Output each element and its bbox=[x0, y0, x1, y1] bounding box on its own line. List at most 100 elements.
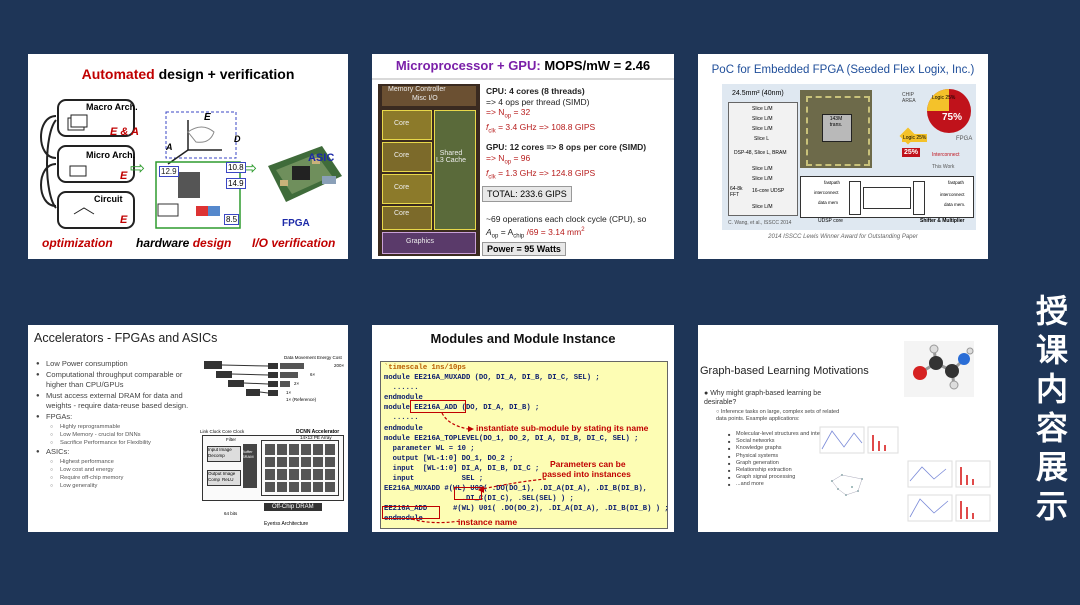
accelerator-bullet-list: ● Low Power consumption ● Computational thr… bbox=[36, 359, 200, 490]
processor-die-photo bbox=[378, 84, 480, 256]
application-text: ...and more bbox=[736, 481, 764, 488]
slide1-title-rest: design + verification bbox=[154, 66, 295, 82]
bullet-text: Low Memory - crucial for DNNs bbox=[60, 432, 141, 438]
square-bullet-icon: ■ bbox=[728, 482, 731, 488]
bullet-item: ○ Low Memory - crucial for DNNs bbox=[36, 431, 200, 439]
slice-row: Slice L/M bbox=[752, 116, 773, 122]
slide1-title: Automated design + verification bbox=[28, 66, 348, 82]
energy-value: 6× bbox=[310, 372, 316, 377]
slice-row: Slice L bbox=[754, 136, 770, 142]
gpu-fclk-sub: clk bbox=[488, 174, 496, 181]
cpu-fclk: fclk = 3.4 GHz => 108.8 GIPS bbox=[486, 122, 595, 137]
power-box: Power = 95 Watts bbox=[482, 242, 566, 256]
ops-per-cycle: ~69 operations each clock cycle (CPU), s… bbox=[486, 214, 646, 243]
application-text: Knowledge graphs bbox=[736, 445, 782, 452]
chip-area-label: 24.5mm² (40nm) bbox=[732, 90, 784, 97]
comp-label: Comp bbox=[208, 477, 221, 482]
bullet-item: ● Must access external DRAM for data and … bbox=[36, 391, 200, 411]
die-label-core: Core bbox=[394, 152, 410, 159]
side-title-char: 课 bbox=[1035, 331, 1068, 369]
square-bullet-icon: ■ bbox=[728, 468, 731, 474]
ops-line-2: Aop = Achip /69 = 3.14 mm2 bbox=[486, 225, 646, 243]
energy-value: 200× bbox=[334, 363, 345, 368]
hw-value-8-5: 8.5 bbox=[224, 214, 240, 225]
bullet-item: ● Computational throughput comparable or … bbox=[36, 370, 200, 390]
total-gips-box: TOTAL: 233.6 GIPS bbox=[482, 186, 572, 202]
buffer-sram-label: Buffer SRAM bbox=[242, 449, 254, 459]
cpu-nop: => Nop = 32 bbox=[486, 107, 595, 122]
cpu-nop-value: = 32 bbox=[511, 107, 531, 117]
caption-hardware: hardware bbox=[136, 236, 190, 250]
credit-label: C. Wang, et al., ISSCC 2014 bbox=[728, 220, 792, 226]
bullet-item: ○ Highest performance bbox=[36, 458, 200, 466]
asic-label: ASIC bbox=[308, 152, 335, 164]
ops-achip-sub: chip bbox=[513, 233, 525, 240]
fpga-label: FPGA bbox=[282, 218, 310, 229]
slide2-title-highlight: Microprocessor + GPU: bbox=[395, 58, 541, 73]
side-title-char: 展 bbox=[1035, 448, 1068, 486]
bullet-text: FPGAs: bbox=[46, 412, 73, 421]
bullet-marker-icon: ○ bbox=[50, 483, 54, 489]
gpu-fclk-value: = 1.3 GHz => 124.8 GIPS bbox=[495, 167, 596, 178]
slide-accelerators: Accelerators - FPGAs and ASICs ● Low Powe… bbox=[28, 325, 348, 532]
die-label-core: Core bbox=[394, 120, 410, 127]
decomp-label: Decomp bbox=[208, 453, 225, 458]
hw-label-d: D bbox=[234, 134, 241, 144]
eyeriss-diagram bbox=[202, 435, 344, 501]
gpu-cores: GPU: 12 cores => 8 ops per core (SIMD) bbox=[486, 142, 647, 152]
slide6-title: Graph-based Learning Motivations bbox=[700, 365, 869, 377]
bullet-text: Highly reprogrammable bbox=[60, 424, 121, 430]
square-bullet-icon: ■ bbox=[728, 439, 731, 445]
box-micro-arch: Micro Arch. bbox=[86, 150, 136, 160]
cpu-nop-label: => N bbox=[486, 107, 505, 117]
fastpath-right: fastpath bbox=[948, 180, 965, 185]
caption-optimization: optimization bbox=[42, 236, 113, 250]
side-title-char: 内 bbox=[1035, 370, 1068, 408]
bullet-item: ○ Highly reprogrammable bbox=[36, 423, 200, 431]
pie-interconnect-pct: 75% bbox=[942, 112, 963, 123]
hw-value-12-9: 12.9 bbox=[159, 166, 179, 177]
slice-row: Slice L/M bbox=[752, 106, 773, 112]
fft-block: 64-8k FFT bbox=[730, 186, 743, 198]
note-instance-name: instance name bbox=[458, 517, 518, 527]
bullet-marker-icon: ● bbox=[36, 361, 40, 367]
datamem-left: data mem bbox=[818, 200, 839, 205]
application-text: Social networks bbox=[736, 438, 775, 445]
gpu-nop-label: => N bbox=[486, 152, 505, 163]
square-bullet-icon: ■ bbox=[728, 453, 731, 459]
bullet-item: ● ASICs: bbox=[36, 447, 200, 457]
slide4-title: Accelerators - FPGAs and ASICs bbox=[34, 331, 218, 345]
box-circuit: Circuit bbox=[94, 194, 123, 204]
gpu-nop: => Nop = 96 bbox=[486, 153, 646, 168]
side-title-char: 容 bbox=[1035, 409, 1068, 447]
fastpath-left: fastpath bbox=[824, 180, 841, 185]
bullet-text: Highest performance bbox=[60, 459, 114, 465]
bullet-text: ASICs: bbox=[46, 447, 70, 456]
bullet-item: ● FPGAs: bbox=[36, 412, 200, 422]
datamem-right: data mem. bbox=[944, 202, 966, 207]
pe-array-label: 14×12 PE Array bbox=[300, 435, 332, 440]
application-text: Relationship extraction bbox=[736, 467, 792, 474]
cpu-cores: CPU: 4 cores (8 threads) bbox=[486, 86, 585, 96]
side-title-char: 示 bbox=[1035, 487, 1068, 525]
bullet-text: Sacrifice Performance for Flexibility bbox=[60, 440, 151, 446]
box-macro-e-a: E & A bbox=[110, 126, 139, 138]
slice-row: Slice L/M bbox=[752, 126, 773, 132]
die-label-core: Core bbox=[394, 184, 410, 191]
ops-achip: = A bbox=[498, 226, 514, 237]
side-title-char: 授 bbox=[1035, 292, 1068, 330]
pie-fpga-label: FPGA bbox=[956, 136, 973, 142]
bullet-marker-icon: ○ bbox=[50, 432, 54, 438]
bullet-marker-icon: ○ bbox=[50, 459, 54, 465]
bullet-text: Computational throughput comparable or h… bbox=[46, 370, 183, 389]
square-bullet-icon: ■ bbox=[728, 475, 731, 481]
award-caption: 2014 ISSCC Lewis Winner Award for Outsta… bbox=[768, 234, 918, 240]
cpu-line-1: CPU: 4 cores (8 threads) bbox=[486, 86, 595, 97]
cpu-specs: CPU: 4 cores (8 threads) => 4 ops per th… bbox=[486, 86, 595, 137]
slide-graph-learning: Graph-based Learning Motivations ● Why m… bbox=[698, 325, 998, 532]
right-arrow-icon: ⇨ bbox=[130, 158, 146, 178]
caption-io-verification: I/O verification bbox=[252, 236, 336, 250]
graph-network-thumbnails bbox=[819, 426, 991, 522]
pie-logic-label: Logic 25% bbox=[932, 95, 956, 101]
this-work-interconnect-pct: 25% bbox=[902, 148, 921, 157]
